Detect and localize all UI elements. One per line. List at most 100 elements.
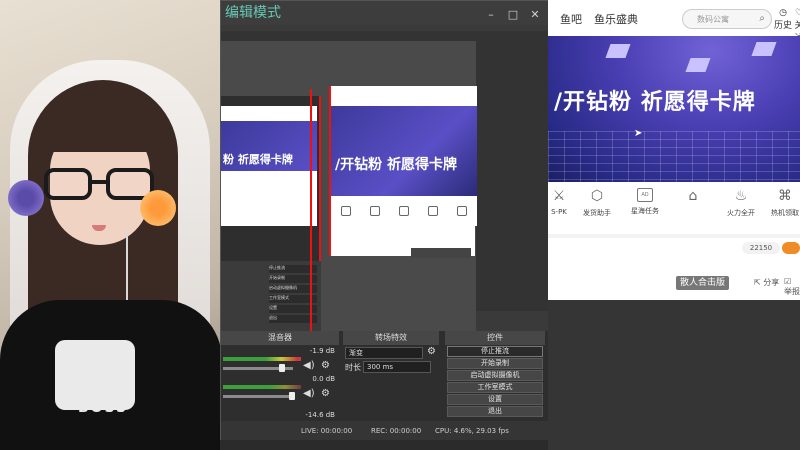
obs-status-bar: LIVE: 00:00:00 REC: 00:00:00 CPU: 4.6%, …: [221, 421, 551, 441]
obs-window: 编辑模式 – □ ✕ /开钻粉 祈愿得卡牌 粉 祈愿得卡牌 停止推流 开始录制 …: [220, 0, 551, 441]
transition-type-select[interactable]: 渐变: [345, 347, 423, 359]
obs-preview[interactable]: /开钻粉 祈愿得卡牌 粉 祈愿得卡牌 停止推流 开始录制 启动虚拟摄像机 工作室…: [221, 31, 551, 346]
hair-clip-right: [140, 190, 176, 226]
feature-icons: ⚔ S-PK ⬡ 发货助手 AD 星海任务 ⌂ ♨ 火力全开 ⌘ 热机领取: [548, 186, 800, 234]
webcam-feed: BOSS: [0, 0, 222, 450]
mixer-title: 混音器: [268, 333, 292, 342]
divider: [548, 234, 800, 238]
game-badge[interactable]: 散人合击版: [676, 276, 730, 290]
banner-grid: [548, 131, 800, 182]
preview-badge: [411, 248, 471, 258]
counter-pill: 22150: [742, 242, 780, 254]
browser-page: 鱼吧 鱼乐盛典 数码公寓 ⌕ ◷ 历史 ♡ 关注 /开钻粉 祈愿得卡牌 ➤: [548, 0, 800, 300]
share-label: 分享: [763, 278, 780, 287]
shirt-text: BOSS: [77, 400, 129, 416]
screen: BOSS 编辑模式 – □ ✕ /开钻粉 祈愿得卡牌 粉 祈愿得卡牌 停止推流 …: [0, 0, 800, 450]
action-bar: 散人合击版 ⇱ 分享 ☑ 举报: [548, 268, 800, 300]
share-icon: ⇱: [754, 278, 761, 287]
site-nav: 鱼吧 鱼乐盛典 数码公寓 ⌕ ◷ 历史 ♡ 关注: [548, 0, 800, 44]
controls-title: 控件: [487, 333, 503, 342]
mixer-db-readout: 0.0 dB: [312, 375, 335, 383]
transitions-title: 转场特效: [375, 333, 407, 342]
speaker-icon[interactable]: ◀): [303, 360, 315, 371]
nested-controls: 停止推流 开始录制 启动虚拟摄像机 工作室模式 设置 退出: [221, 261, 321, 331]
nested-banner-text: 粉 祈愿得卡牌: [223, 153, 293, 166]
glasses-lens-left: [44, 168, 92, 200]
clock-icon: ◷: [779, 8, 787, 18]
feature-label: 热机领取: [771, 209, 799, 217]
heart-icon: ♡: [794, 8, 800, 18]
banner-decoration: [751, 42, 777, 56]
ad-icon: AD: [637, 188, 653, 202]
studio-mode-button[interactable]: 工作室模式: [447, 382, 543, 393]
nested-obs-preview: 粉 祈愿得卡牌 停止推流 开始录制 启动虚拟摄像机 工作室模式 设置 退出: [221, 96, 321, 346]
cpu-fps-status: CPU: 4.6%, 29.03 fps: [435, 427, 509, 435]
mixer-db-readout: -1.9 dB: [309, 347, 335, 355]
mixer-db-readout: -14.6 dB: [305, 411, 335, 419]
mouse-cursor-icon: ➤: [634, 128, 643, 139]
history-label: 历史: [774, 21, 793, 31]
obs-titlebar[interactable]: 编辑模式 – □ ✕: [221, 1, 551, 25]
feature-label: 火力全开: [727, 209, 755, 217]
preview-icon: [369, 206, 380, 216]
report-button[interactable]: ☑ 举报: [784, 277, 800, 297]
feature-fire[interactable]: ♨ 火力全开: [718, 188, 764, 218]
speaker-icon[interactable]: ◀): [303, 388, 315, 399]
preview-nav: [331, 86, 477, 106]
close-icon[interactable]: ✕: [527, 9, 543, 21]
preview-icon: [398, 206, 409, 216]
report-label: 举报: [784, 287, 800, 296]
fire-icon: ♨: [734, 188, 748, 204]
exit-button[interactable]: 退出: [447, 406, 543, 417]
hair-clip-left: [8, 180, 44, 216]
feature-shipping[interactable]: ⬡ 发货助手: [574, 188, 620, 218]
preview-banner-text: /开钻粉 祈愿得卡牌: [335, 157, 457, 173]
duration-label: 时长: [345, 363, 361, 372]
search-input[interactable]: 数码公寓 ⌕: [682, 9, 772, 29]
source-bounding-box[interactable]: [310, 89, 312, 344]
nav-item-fishbar[interactable]: 鱼吧: [560, 11, 582, 27]
share-button[interactable]: ⇱ 分享: [754, 277, 779, 288]
volume-slider[interactable]: [223, 395, 293, 398]
nested-banner: 粉 祈愿得卡牌: [221, 121, 317, 171]
audio-meter: [223, 357, 301, 361]
rec-status: REC: 00:00:00: [371, 427, 422, 435]
like-button[interactable]: [782, 242, 800, 254]
nav-item-festival[interactable]: 鱼乐盛典: [594, 11, 638, 27]
banner-text: /开钻粉 祈愿得卡牌: [554, 90, 756, 115]
search-icon[interactable]: ⌕: [759, 13, 765, 24]
obs-bottom-strip: [220, 440, 550, 450]
gear-icon[interactable]: ⚙: [321, 360, 330, 371]
feature-star-mission[interactable]: AD 星海任务: [622, 188, 668, 216]
feature-label: 星海任务: [631, 207, 659, 215]
gear-icon[interactable]: ⚙: [427, 346, 436, 357]
preview-canvas[interactable]: /开钻粉 祈愿得卡牌 粉 祈愿得卡牌 停止推流 开始录制 启动虚拟摄像机 工作室…: [221, 41, 477, 346]
virtual-camera-button[interactable]: 启动虚拟摄像机: [447, 370, 543, 381]
controls-dock-header: 控件: [445, 331, 545, 345]
mixer-track: -1.9 dB ◀) ⚙: [223, 347, 335, 373]
duration-input[interactable]: 300 ms: [363, 361, 431, 373]
gear-icon[interactable]: ⚙: [321, 388, 330, 399]
live-status: LIVE: 00:00:00: [301, 427, 353, 435]
preview-browser-source: /开钻粉 祈愿得卡牌: [329, 86, 477, 258]
preview-banner: /开钻粉 祈愿得卡牌: [331, 106, 477, 196]
volume-knob[interactable]: [279, 364, 285, 372]
stop-stream-button[interactable]: 停止推流: [447, 346, 543, 357]
audio-meter: [223, 385, 301, 389]
start-record-button[interactable]: 开始录制: [447, 358, 543, 369]
nested-site: 粉 祈愿得卡牌: [221, 106, 317, 226]
mixer-track: 0.0 dB ◀) ⚙: [223, 375, 335, 401]
feature-grab[interactable]: ⌘ 热机领取: [762, 188, 800, 218]
preview-icon: [457, 206, 468, 216]
glasses: [44, 168, 156, 202]
cube-icon: ⬡: [590, 188, 604, 204]
minimize-icon[interactable]: –: [483, 9, 499, 21]
history-button[interactable]: ◷ 历史: [774, 8, 792, 31]
feature-label: 发货助手: [583, 209, 611, 217]
obs-title: 编辑模式: [225, 5, 281, 21]
maximize-icon[interactable]: □: [505, 9, 521, 21]
feature-gift[interactable]: ⌂: [670, 188, 716, 208]
settings-button[interactable]: 设置: [447, 394, 543, 405]
volume-knob[interactable]: [289, 392, 295, 400]
promo-banner[interactable]: /开钻粉 祈愿得卡牌 ➤: [548, 36, 800, 182]
